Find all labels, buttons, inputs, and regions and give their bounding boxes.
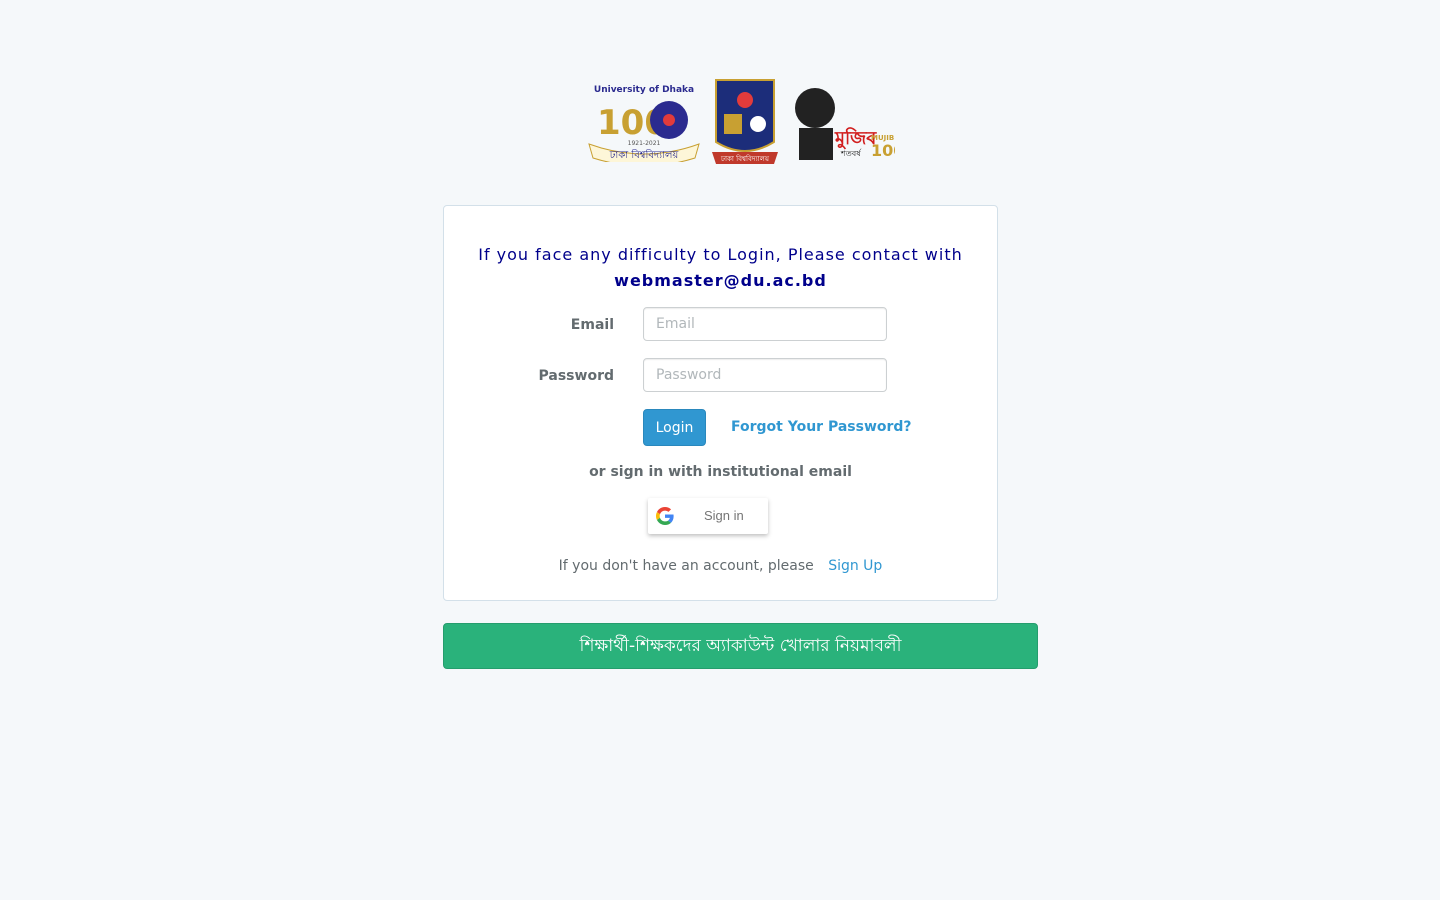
centenary-logo-title: University of Dhaka — [594, 85, 694, 95]
contact-notice-text: If you face any difficulty to Login, Ple… — [478, 245, 963, 264]
password-label: Password — [538, 368, 614, 384]
signup-link[interactable]: Sign Up — [828, 558, 882, 574]
email-label: Email — [570, 317, 614, 333]
mujib-logo-number: 100 — [871, 141, 895, 160]
du-emblem: ঢাকা বিশ্ববিদ্যালয় — [712, 79, 778, 164]
contact-notice: If you face any difficulty to Login, Ple… — [444, 242, 997, 294]
centenary-logo-years: 1921-2021 — [628, 140, 661, 147]
account-rules-button[interactable]: শিক্ষার্থী-শিক্ষকদের অ্যাকাউন্ট খোলার নি… — [443, 623, 1038, 669]
login-button[interactable]: Login — [643, 409, 706, 446]
header-logos: University of Dhaka 100 1921-2021 ঢাকা ব… — [585, 78, 895, 168]
password-field[interactable] — [643, 358, 887, 392]
login-card: If you face any difficulty to Login, Ple… — [443, 205, 998, 601]
mujib-logo-sub: শতবর্ষ — [840, 149, 862, 158]
google-icon — [656, 507, 674, 525]
du-centenary-logo: University of Dhaka 100 1921-2021 ঢাকা ব… — [588, 85, 700, 162]
signup-prompt: If you don't have an account, please — [558, 558, 814, 574]
webmaster-email: webmaster@du.ac.bd — [614, 271, 827, 290]
google-signin-button[interactable]: Sign in — [648, 498, 768, 534]
forgot-password-link[interactable]: Forgot Your Password? — [731, 419, 912, 435]
email-field[interactable] — [643, 307, 887, 341]
signup-row: If you don't have an account, please Sig… — [444, 558, 997, 574]
google-signin-label: Sign in — [704, 508, 744, 523]
alt-signin-text: or sign in with institutional email — [589, 464, 852, 480]
du-emblem-bangla: ঢাকা বিশ্ববিদ্যালয় — [720, 155, 770, 163]
centenary-logo-bangla: ঢাকা বিশ্ববিদ্যালয় — [609, 149, 680, 161]
mujib-100-logo: মুজিব শতবর্ষ MUJIB 100 — [795, 88, 895, 160]
